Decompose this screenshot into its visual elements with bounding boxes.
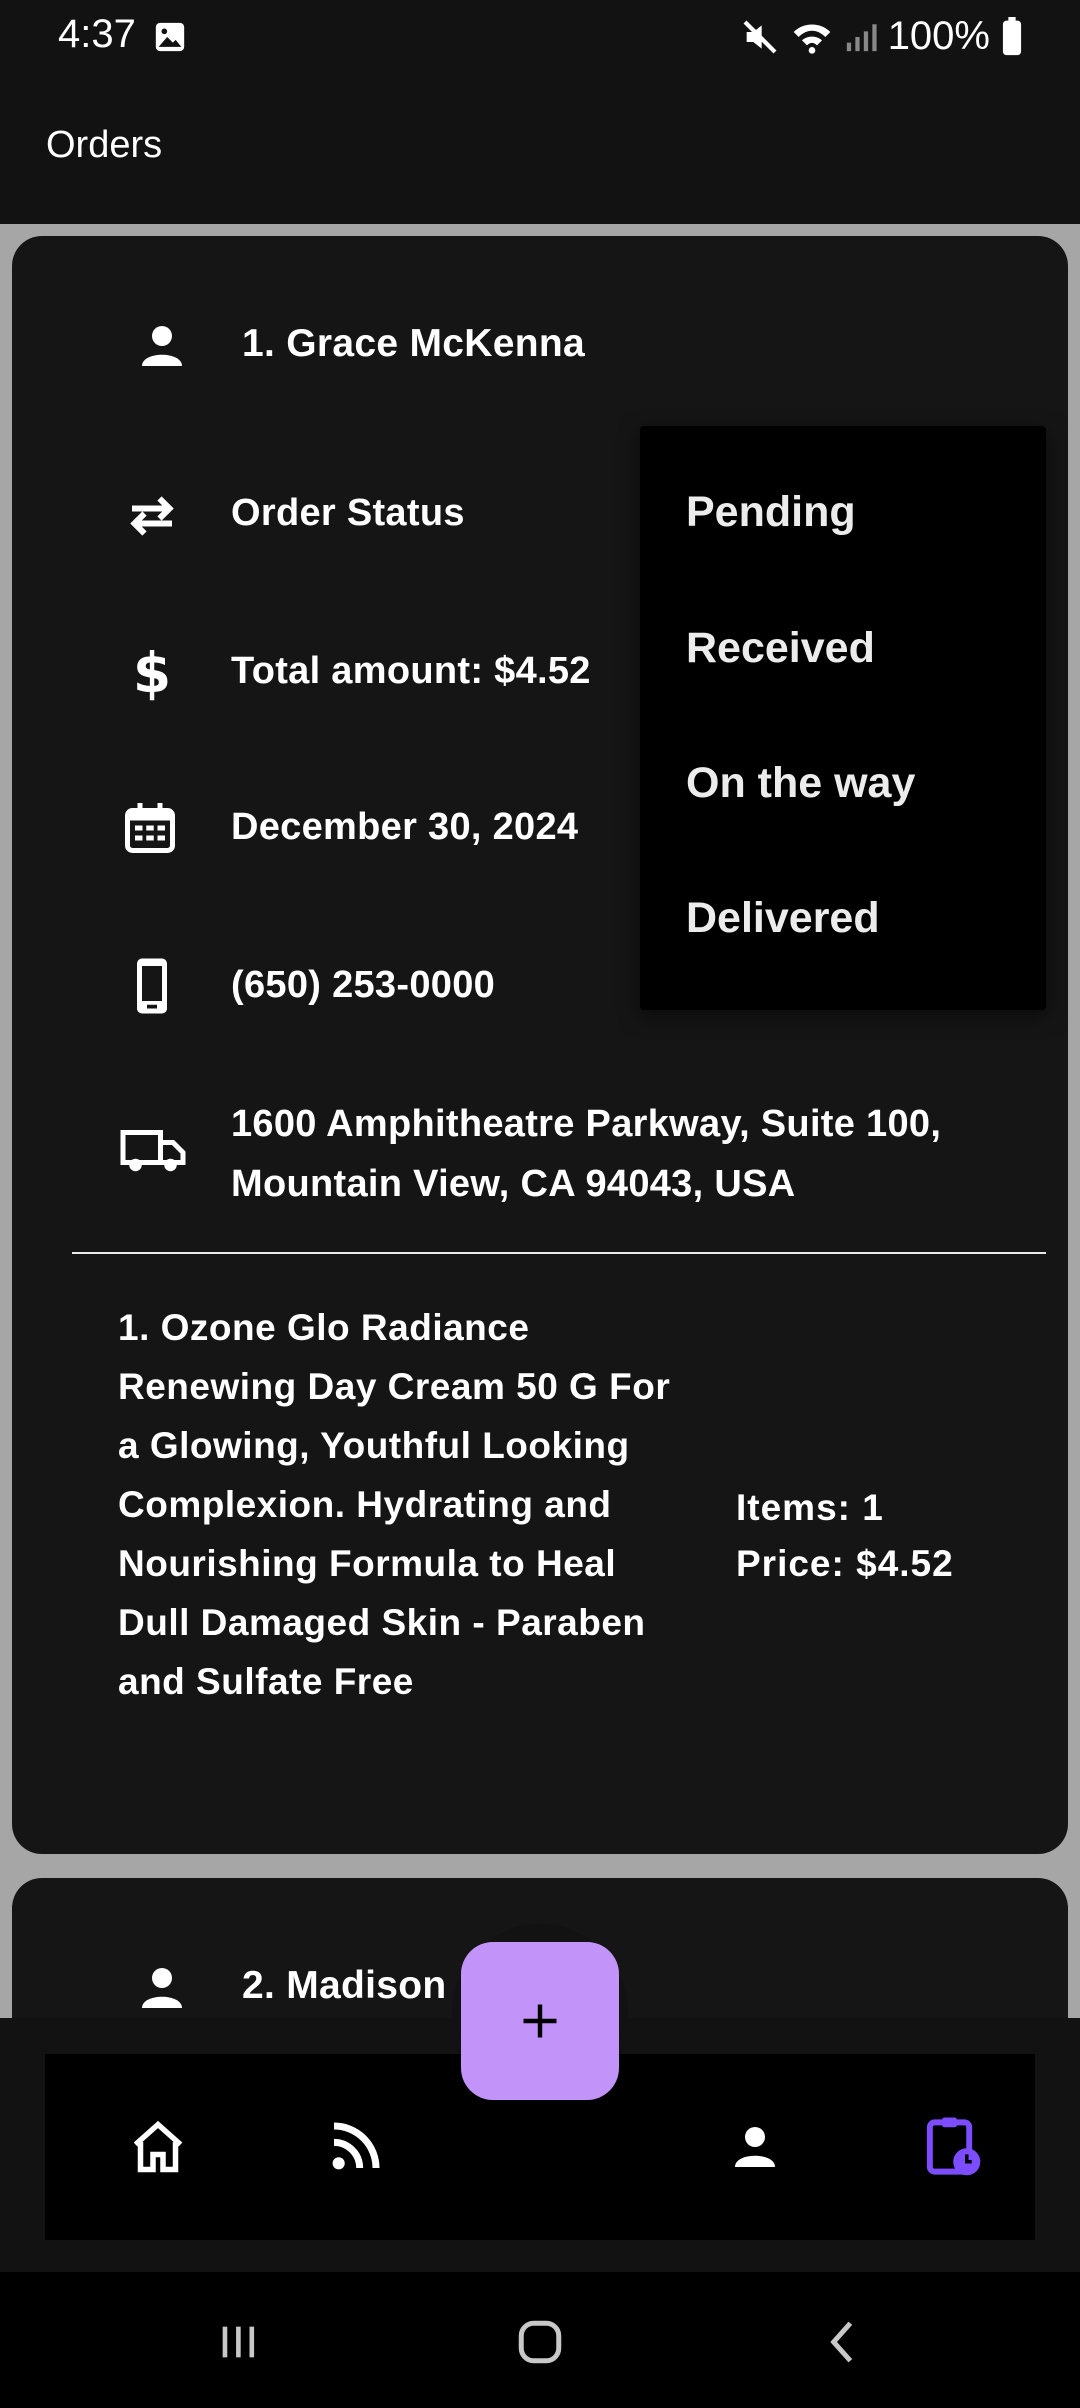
- status-bar: 4:37 100%: [0, 0, 1080, 72]
- address-line-2: Mountain View, CA 94043, USA: [231, 1163, 796, 1205]
- status-option-pending[interactable]: Pending: [686, 488, 856, 537]
- person-icon: [142, 326, 182, 366]
- item-summary: Items: 1 Price: $4.52: [736, 1480, 954, 1592]
- status-option-on-the-way[interactable]: On the way: [686, 759, 915, 808]
- orders-icon[interactable]: [907, 2102, 997, 2192]
- status-time: 4:37: [58, 12, 136, 56]
- customer-name: 1. Grace McKenna: [242, 322, 585, 365]
- recent-apps-button[interactable]: [188, 2292, 288, 2392]
- address: 1600 Amphitheatre Parkway, Suite 100, Mo…: [231, 1094, 1051, 1214]
- order-status-label[interactable]: Order Status: [231, 492, 465, 535]
- order-date: December 30, 2024: [231, 806, 579, 848]
- system-navigation-bar: [0, 2272, 1080, 2408]
- svg-text:$: $: [133, 642, 171, 702]
- feed-icon[interactable]: [310, 2102, 400, 2192]
- profile-icon[interactable]: [710, 2102, 800, 2192]
- status-dropdown-menu: Pending Received On the way Delivered: [640, 426, 1046, 1010]
- status-icons: 100%: [740, 14, 1024, 59]
- calendar-icon: [125, 803, 175, 853]
- image-notification-icon: [155, 22, 185, 52]
- plus-icon: [523, 2004, 557, 2038]
- status-option-received[interactable]: Received: [686, 624, 875, 673]
- app-bar: Orders: [0, 72, 1080, 224]
- home-button[interactable]: [490, 2292, 590, 2392]
- truck-icon: [120, 1130, 186, 1172]
- phone-icon: [137, 958, 167, 1014]
- back-button[interactable]: [792, 2292, 892, 2392]
- dollar-icon: $: [133, 642, 171, 702]
- battery-icon: [1002, 16, 1022, 55]
- home-icon[interactable]: [113, 2102, 203, 2192]
- phone-number: (650) 253-0000: [231, 964, 496, 1006]
- add-order-button[interactable]: [461, 1942, 619, 2100]
- person-icon: [142, 1968, 182, 2008]
- item-price: Price: $4.52: [736, 1543, 954, 1584]
- battery-percent: 100%: [887, 14, 990, 58]
- divider: [72, 1252, 1046, 1254]
- status-option-delivered[interactable]: Delivered: [686, 894, 880, 943]
- address-line-1: 1600 Amphitheatre Parkway, Suite 100,: [231, 1103, 942, 1145]
- signal-icon: [846, 23, 877, 51]
- total-amount: Total amount: $4.52: [231, 650, 591, 692]
- mute-icon: [743, 20, 777, 53]
- page-title: Orders: [46, 124, 163, 166]
- item-count: Items: 1: [736, 1487, 884, 1528]
- product-description: 1. Ozone Glo Radiance Renewing Day Cream…: [118, 1307, 671, 1702]
- wifi-icon: [793, 24, 831, 54]
- swap-icon[interactable]: [122, 486, 182, 546]
- customer-name: 2. Madison: [242, 1964, 447, 2007]
